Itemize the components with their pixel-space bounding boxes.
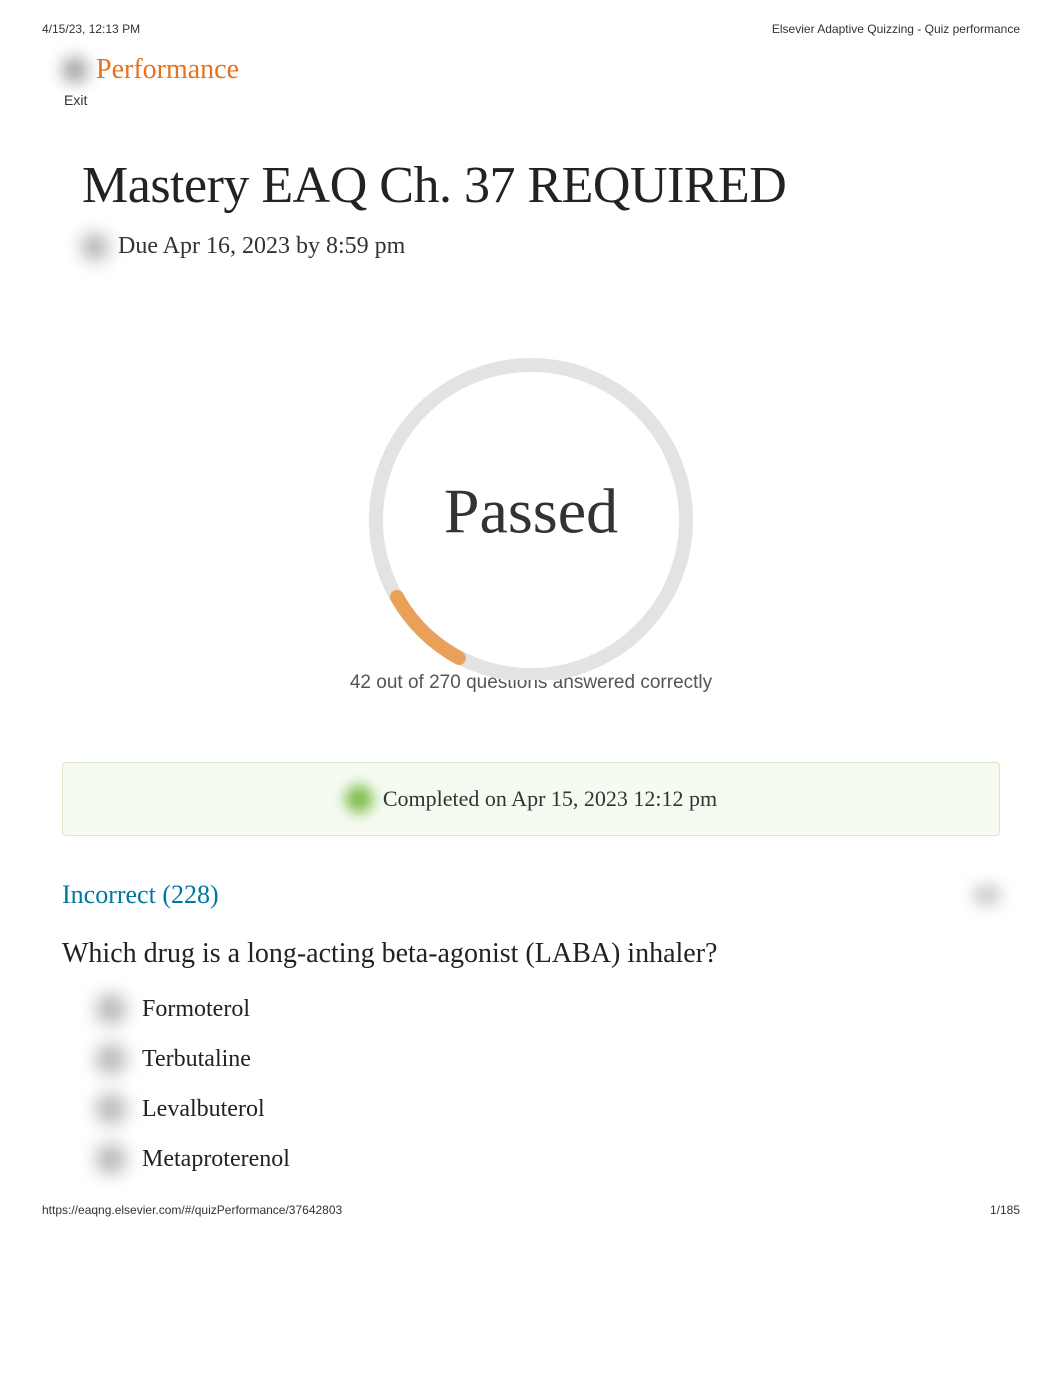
back-icon[interactable] [62,57,88,83]
option-marker-icon [96,1144,126,1174]
completed-text: Completed on Apr 15, 2023 12:12 pm [383,786,717,812]
option-label: Levalbuterol [142,1096,265,1123]
due-row: Due Apr 16, 2023 by 8:59 pm [82,233,1000,260]
due-date: Due Apr 16, 2023 by 8:59 pm [118,233,405,260]
footer-url: https://eaqng.elsevier.com/#/quizPerform… [42,1203,342,1217]
option-marker-icon [96,1094,126,1124]
options-list: Formoterol Terbutaline Levalbuterol Meta… [96,994,1000,1174]
incorrect-heading[interactable]: Incorrect (228) [62,880,219,910]
option-row: Formoterol [96,994,1000,1024]
print-timestamp: 4/15/23, 12:13 PM [42,22,140,36]
completed-banner: Completed on Apr 15, 2023 12:12 pm [62,762,1000,836]
result-status: Passed [444,474,618,548]
main-content: Mastery EAQ Ch. 37 REQUIRED Due Apr 16, … [0,108,1062,260]
print-header: 4/15/23, 12:13 PM Elsevier Adaptive Quiz… [0,0,1062,36]
print-footer: https://eaqng.elsevier.com/#/quizPerform… [42,1203,1020,1217]
performance-breadcrumb[interactable]: Performance [62,54,1020,86]
check-icon [345,785,373,813]
clock-icon [82,234,108,260]
exit-link[interactable]: Exit [64,92,1020,108]
option-row: Levalbuterol [96,1094,1000,1124]
option-label: Terbutaline [142,1046,251,1073]
option-marker-icon [96,994,126,1024]
footer-page-num: 1/185 [990,1203,1020,1217]
incorrect-section-header[interactable]: Incorrect (228) [62,880,1000,910]
option-marker-icon [96,1044,126,1074]
question-text: Which drug is a long-acting beta-agonist… [62,938,1000,970]
question-block: Which drug is a long-acting beta-agonist… [62,938,1000,1174]
print-page-title: Elsevier Adaptive Quizzing - Quiz perfor… [772,22,1020,36]
progress-section: Passed 42 out of 270 questions answered … [0,350,1062,694]
option-row: Terbutaline [96,1044,1000,1074]
top-nav: Performance Exit [0,36,1062,108]
option-label: Formoterol [142,996,250,1023]
collapse-icon[interactable] [974,886,1000,904]
performance-link[interactable]: Performance [96,54,239,86]
option-row: Metaproterenol [96,1144,1000,1174]
option-label: Metaproterenol [142,1146,290,1173]
progress-ring: Passed [341,350,721,680]
quiz-title: Mastery EAQ Ch. 37 REQUIRED [82,156,1000,215]
